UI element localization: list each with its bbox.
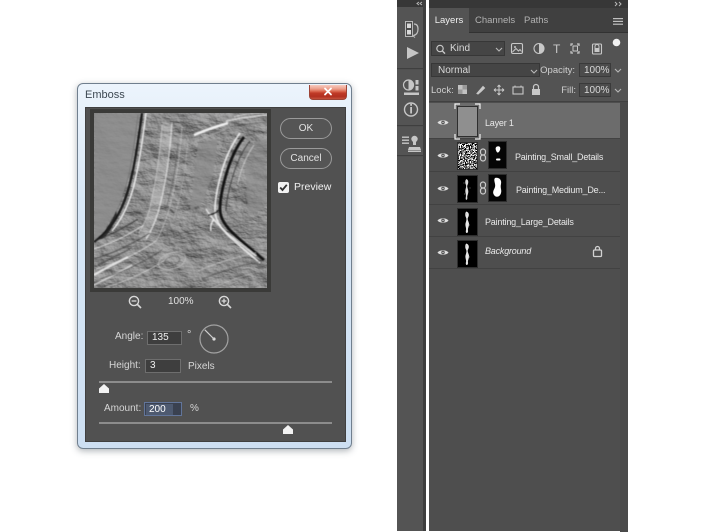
svg-text:T: T <box>553 42 561 56</box>
